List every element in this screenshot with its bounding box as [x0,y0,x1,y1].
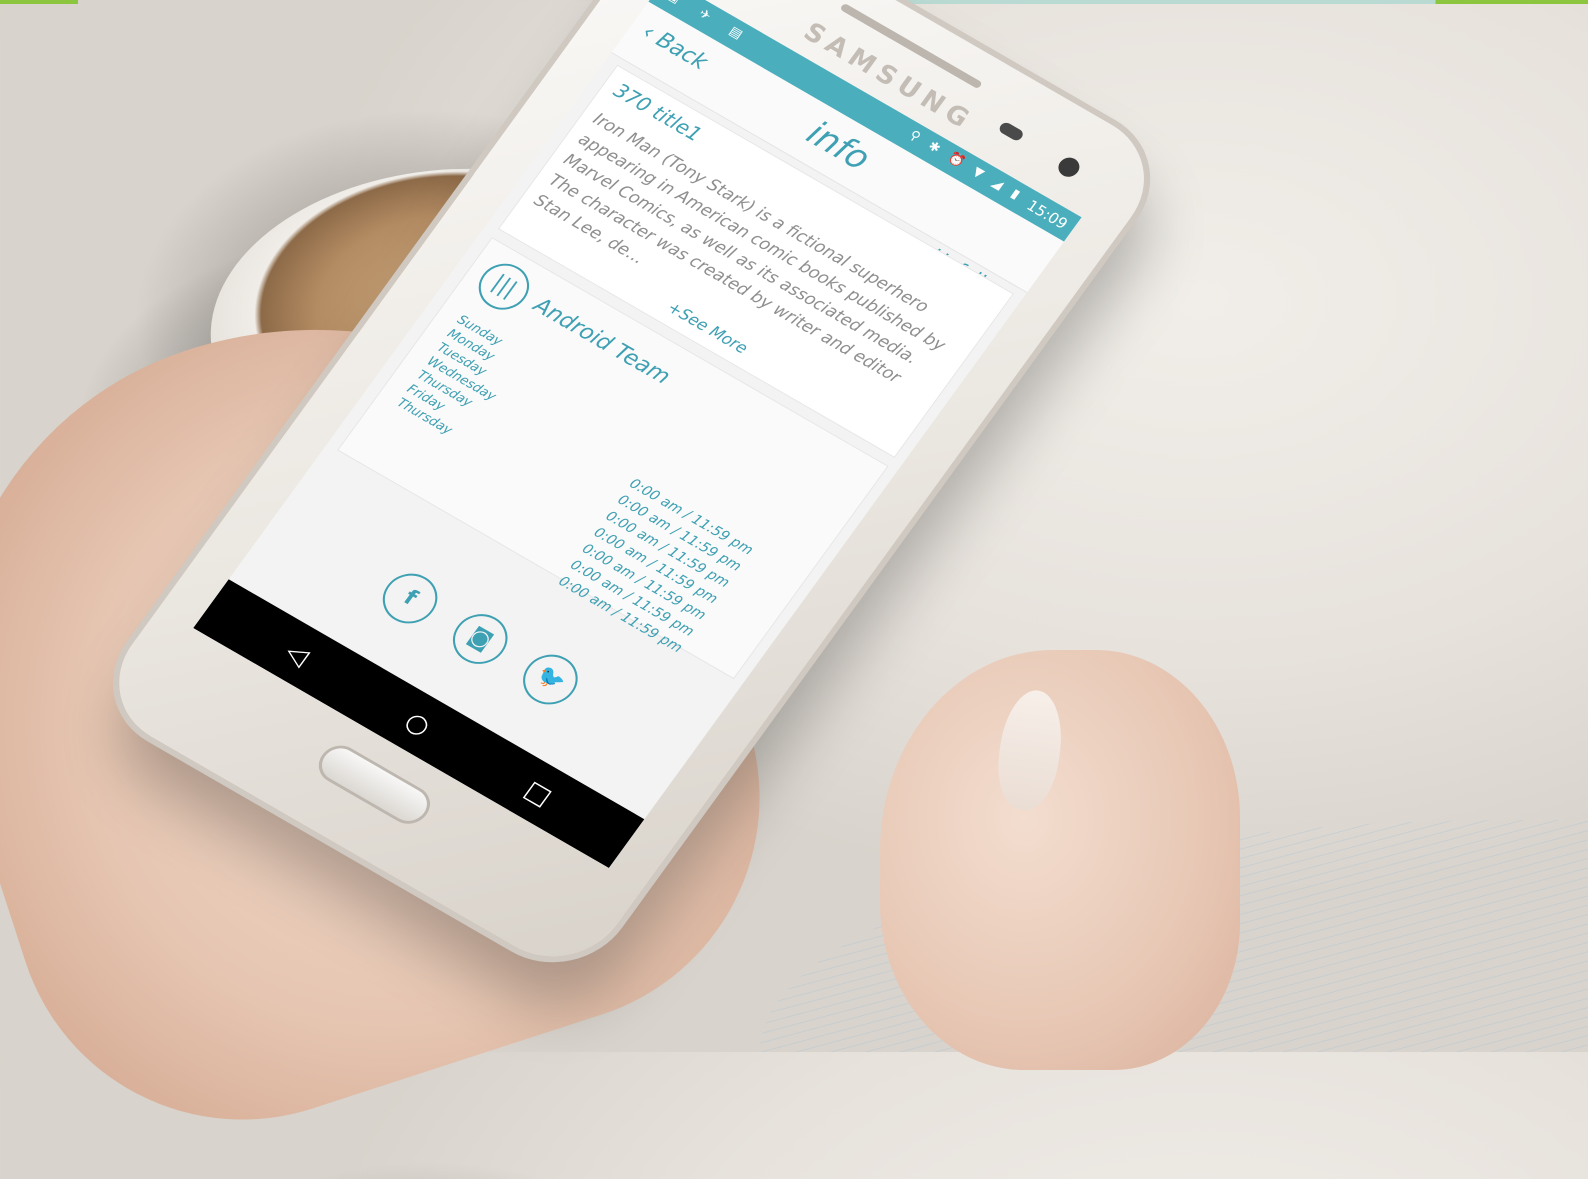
right-hand [880,650,1240,1070]
instagram-icon[interactable]: ◙ [442,604,519,674]
nav-back-icon[interactable]: ◁ [279,637,314,671]
phone-sensor [997,120,1026,143]
nav-home-icon[interactable]: ○ [399,706,436,742]
top-accent-bar-left [0,0,78,4]
nav-recents-icon[interactable]: □ [518,775,557,812]
days-list: Sunday Monday Tuesday Wednesday Thursday… [393,312,529,447]
sound-bars-icon: ||| [468,255,539,319]
hours-list: 0:00 am / 11:59 pm 0:00 am / 11:59 pm 0:… [554,474,757,657]
front-camera [1054,154,1084,181]
twitter-icon[interactable]: 🐦 [512,645,589,714]
facebook-icon[interactable]: f [372,564,448,633]
